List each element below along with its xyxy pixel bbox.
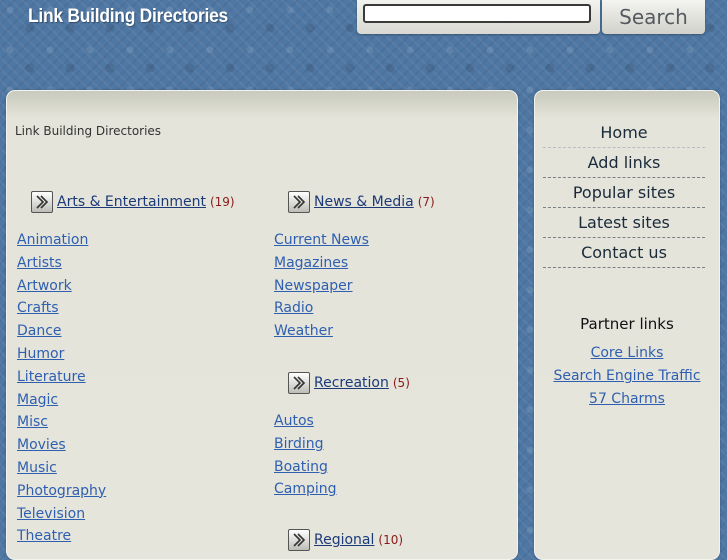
partner-link[interactable]: Core Links <box>591 345 664 361</box>
category-count-recreation: (5) <box>392 376 410 390</box>
category-count-arts: (19) <box>209 195 235 209</box>
arrow-right-icon[interactable] <box>288 529 310 551</box>
sidebar-nav: Home Add links Popular sites Latest site… <box>543 118 705 268</box>
arrow-right-icon[interactable] <box>31 191 53 213</box>
list-item: Artists <box>17 252 106 275</box>
category-header-recreation: Recreation (5) <box>288 372 410 394</box>
subcategory-link[interactable]: Artists <box>17 255 62 271</box>
arts-link-list: Animation Artists Artwork Crafts Dance H… <box>17 229 106 548</box>
news-link-list: Current News Magazines Newspaper Radio W… <box>274 229 369 343</box>
subcategory-link[interactable]: Newspaper <box>274 278 353 294</box>
subcategory-link[interactable]: Humor <box>17 346 64 362</box>
list-item: Misc <box>17 411 106 434</box>
category-link-arts[interactable]: Arts & Entertainment <box>57 194 206 210</box>
subcategory-link[interactable]: Autos <box>274 413 314 429</box>
list-item: Search Engine Traffic <box>535 365 719 388</box>
partner-links-list: Core Links Search Engine Traffic 57 Char… <box>535 342 719 411</box>
subcategory-link[interactable]: Weather <box>274 323 333 339</box>
list-item: Magic <box>17 389 106 412</box>
sidebar-item-home[interactable]: Home <box>543 118 705 148</box>
list-item: Weather <box>274 320 369 343</box>
subcategory-link[interactable]: Current News <box>274 232 369 248</box>
list-item: Current News <box>274 229 369 252</box>
search-box <box>357 0 600 34</box>
list-item: Artwork <box>17 275 106 298</box>
category-link-recreation[interactable]: Recreation <box>314 375 389 391</box>
list-item: Movies <box>17 434 106 457</box>
subcategory-link[interactable]: Music <box>17 460 57 476</box>
partner-link[interactable]: Search Engine Traffic <box>553 368 700 384</box>
list-item: Autos <box>274 410 337 433</box>
subcategory-link[interactable]: Crafts <box>17 300 59 316</box>
subcategory-link[interactable]: Literature <box>17 369 86 385</box>
partner-link[interactable]: 57 Charms <box>589 391 665 407</box>
subcategory-link[interactable]: Animation <box>17 232 88 248</box>
category-header-arts: Arts & Entertainment (19) <box>31 191 235 213</box>
subcategory-link[interactable]: Theatre <box>17 528 71 544</box>
list-item: Literature <box>17 366 106 389</box>
breadcrumb: Link Building Directories <box>15 124 162 138</box>
list-item: Crafts <box>17 297 106 320</box>
sidebar-item-latest-sites[interactable]: Latest sites <box>543 208 705 238</box>
subcategory-link[interactable]: Birding <box>274 436 324 452</box>
subcategory-link[interactable]: Radio <box>274 300 313 316</box>
partner-links-heading: Partner links <box>580 315 674 333</box>
site-title[interactable]: Link Building Directories <box>28 6 228 28</box>
arrow-right-icon[interactable] <box>288 191 310 213</box>
sidebar-item-popular-sites[interactable]: Popular sites <box>543 178 705 208</box>
category-count-news: (7) <box>417 195 435 209</box>
list-item: Magazines <box>274 252 369 275</box>
list-item: Music <box>17 457 106 480</box>
category-link-news[interactable]: News & Media <box>314 194 414 210</box>
list-item: Radio <box>274 297 369 320</box>
subcategory-link[interactable]: Television <box>17 506 85 522</box>
subcategory-link[interactable]: Movies <box>17 437 66 453</box>
recreation-link-list: Autos Birding Boating Camping <box>274 410 337 501</box>
category-header-regional: Regional (10) <box>288 529 403 551</box>
subcategory-link[interactable]: Artwork <box>17 278 72 294</box>
list-item: 57 Charms <box>535 388 719 411</box>
list-item: Core Links <box>535 342 719 365</box>
list-item: Photography <box>17 480 106 503</box>
subcategory-link[interactable]: Photography <box>17 483 106 499</box>
subcategory-link[interactable]: Magic <box>17 392 58 408</box>
subcategory-link[interactable]: Misc <box>17 414 48 430</box>
subcategory-link[interactable]: Boating <box>274 459 328 475</box>
subcategory-link[interactable]: Dance <box>17 323 62 339</box>
list-item: Animation <box>17 229 106 252</box>
sidebar-item-contact-us[interactable]: Contact us <box>543 238 705 268</box>
subcategory-link[interactable]: Camping <box>274 481 337 497</box>
search-input[interactable] <box>363 4 591 23</box>
arrow-right-icon[interactable] <box>288 372 310 394</box>
subcategory-link[interactable]: Magazines <box>274 255 348 271</box>
sidebar-item-add-links[interactable]: Add links <box>543 148 705 178</box>
category-link-regional[interactable]: Regional <box>314 532 374 548</box>
list-item: Humor <box>17 343 106 366</box>
list-item: Birding <box>274 433 337 456</box>
list-item: Dance <box>17 320 106 343</box>
list-item: Television <box>17 503 106 526</box>
list-item: Newspaper <box>274 275 369 298</box>
list-item: Boating <box>274 456 337 479</box>
list-item: Camping <box>274 478 337 501</box>
category-header-news: News & Media (7) <box>288 191 435 213</box>
search-button[interactable]: Search <box>602 0 705 34</box>
